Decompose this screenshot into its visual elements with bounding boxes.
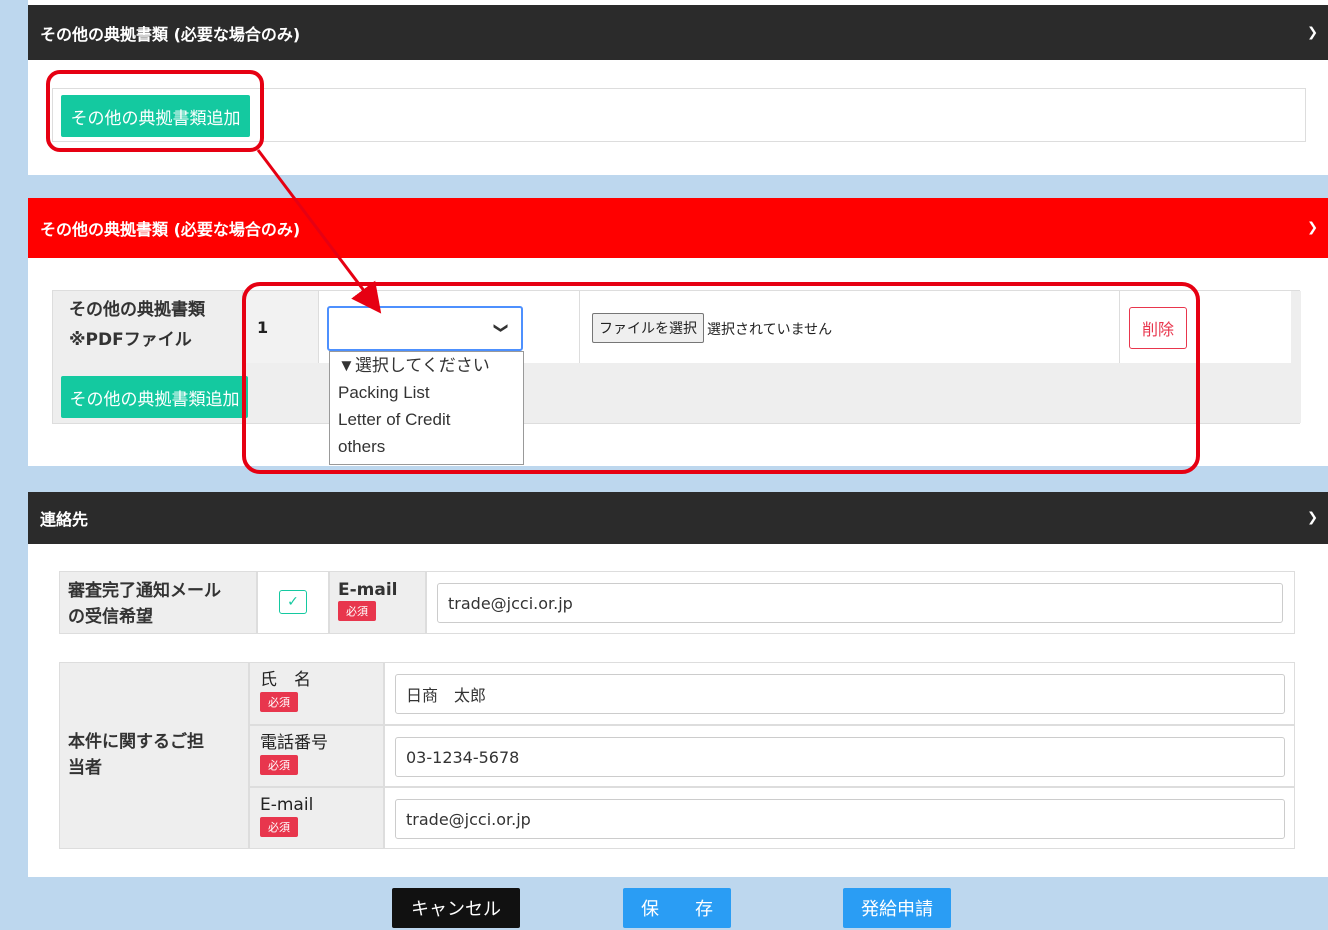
section1-header[interactable]: その他の典拠書類 (必要な場合のみ) ❯: [28, 5, 1328, 60]
annotation-highlight-add-button: [46, 70, 264, 152]
row-label-line1: その他の典拠書類: [69, 300, 205, 320]
email-label-cell: E-mail 必須: [329, 571, 426, 634]
email-cell: trade@jcci.or.jp: [426, 571, 1295, 634]
section2-title: その他の典拠書類 (必要な場合のみ): [40, 220, 301, 239]
notify-email-input[interactable]: trade@jcci.or.jp: [437, 583, 1283, 623]
add-document-button-2[interactable]: その他の典拠書類追加: [61, 376, 248, 418]
required-badge: 必須: [260, 755, 298, 775]
name-input[interactable]: 日商 太郎: [395, 674, 1285, 714]
contact-email-input[interactable]: trade@jcci.or.jp: [395, 799, 1285, 839]
contact-title: 連絡先: [40, 510, 89, 529]
row-label-line2: ※PDFファイル: [69, 330, 192, 350]
email2-label: E-mail: [260, 795, 314, 815]
contact-panel: 連絡先 ❯ 審査完了通知メール の受信希望 ✓ E-mail 必須 trade@…: [28, 492, 1328, 877]
check-icon: ✓: [287, 594, 299, 610]
apply-button[interactable]: 発給申請: [843, 888, 951, 928]
chevron-down-icon[interactable]: ❯: [1307, 25, 1318, 40]
notify-checkbox[interactable]: ✓: [279, 590, 307, 614]
required-badge: 必須: [338, 601, 376, 621]
annotation-highlight-row: [242, 282, 1200, 474]
cancel-label: キャンセル: [411, 899, 501, 920]
section2-header[interactable]: その他の典拠書類 (必要な場合のみ) ❯: [28, 198, 1328, 258]
name-cell: 日商 太郎: [384, 662, 1295, 725]
apply-label: 発給申請: [861, 899, 933, 920]
phone-input[interactable]: 03-1234-5678: [395, 737, 1285, 777]
phone-cell: 03-1234-5678: [384, 725, 1295, 787]
notify-label-line1: 審査完了通知メール: [68, 581, 221, 601]
save-button[interactable]: 保 存: [623, 888, 731, 928]
required-badge: 必須: [260, 692, 298, 712]
name-label: 氏 名: [260, 670, 311, 690]
notify-label-line2: の受信希望: [68, 607, 153, 627]
phone-label: 電話番号: [260, 733, 328, 753]
section1-title: その他の典拠書類 (必要な場合のみ): [40, 24, 301, 44]
notify-label: 審査完了通知メール の受信希望: [59, 571, 257, 634]
email-label: E-mail: [338, 580, 398, 600]
save-label: 保 存: [641, 899, 713, 920]
person-label-line2: 当者: [68, 758, 102, 778]
person-label-line1: 本件に関するご担: [68, 732, 204, 752]
cancel-button[interactable]: キャンセル: [392, 888, 520, 928]
chevron-down-icon[interactable]: ❯: [1307, 511, 1318, 526]
add-document-button-2-label: その他の典拠書類追加: [69, 389, 240, 410]
name-label-cell: 氏 名 必須: [249, 662, 384, 725]
row-label: その他の典拠書類 ※PDFファイル: [61, 291, 243, 363]
email2-cell: trade@jcci.or.jp: [384, 787, 1295, 849]
person-label: 本件に関するご担 当者: [59, 662, 249, 849]
chevron-down-icon[interactable]: ❯: [1307, 221, 1318, 236]
phone-label-cell: 電話番号 必須: [249, 725, 384, 787]
contact-header[interactable]: 連絡先 ❯: [28, 492, 1328, 544]
notify-checkbox-cell: ✓: [257, 571, 329, 634]
required-badge: 必須: [260, 817, 298, 837]
email2-label-cell: E-mail 必須: [249, 787, 384, 849]
